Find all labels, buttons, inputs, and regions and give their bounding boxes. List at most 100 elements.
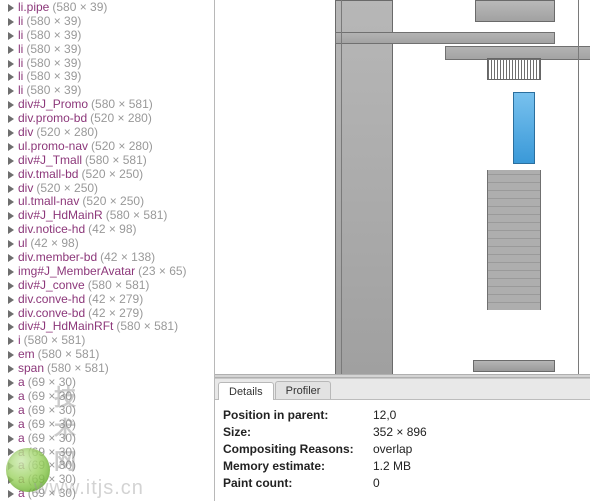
disclosure-triangle-icon[interactable] <box>6 226 15 235</box>
tree-node-label: div#J_HdMainR <box>18 209 103 223</box>
disclosure-triangle-icon[interactable] <box>6 476 15 485</box>
details-value: 352 × 896 <box>373 425 427 439</box>
tab-strip: Details Profiler <box>215 379 590 400</box>
disclosure-triangle-icon[interactable] <box>6 392 15 401</box>
tree-row[interactable]: ul.tmall-nav(520 × 250) <box>6 195 214 209</box>
disclosure-triangle-icon[interactable] <box>6 462 15 471</box>
tree-row[interactable]: a(69 × 30) <box>6 404 214 418</box>
tree-node-label: div.conve-bd <box>18 307 85 321</box>
disclosure-triangle-icon[interactable] <box>6 378 15 387</box>
tree-row[interactable]: div#J_HdMainR(580 × 581) <box>6 209 214 223</box>
tree-row[interactable]: i(580 × 581) <box>6 334 214 348</box>
details-key: Size: <box>223 425 373 439</box>
tree-node-dims: (580 × 581) <box>116 320 178 334</box>
disclosure-triangle-icon[interactable] <box>6 267 15 276</box>
tree-row[interactable]: div.member-bd(42 × 138) <box>6 251 214 265</box>
disclosure-triangle-icon[interactable] <box>6 128 15 137</box>
disclosure-triangle-icon[interactable] <box>6 212 15 221</box>
disclosure-triangle-icon[interactable] <box>6 253 15 262</box>
disclosure-triangle-icon[interactable] <box>6 142 15 151</box>
disclosure-triangle-icon[interactable] <box>6 45 15 54</box>
tree-row[interactable]: div#J_Tmall(580 × 581) <box>6 154 214 168</box>
tree-row[interactable]: li(580 × 39) <box>6 43 214 57</box>
disclosure-triangle-icon[interactable] <box>6 59 15 68</box>
tree-node-label: div.promo-bd <box>18 112 87 126</box>
disclosure-triangle-icon[interactable] <box>6 198 15 207</box>
layer-preview-area[interactable] <box>215 0 590 374</box>
details-key: Memory estimate: <box>223 459 373 473</box>
disclosure-triangle-icon[interactable] <box>6 281 15 290</box>
disclosure-triangle-icon[interactable] <box>6 115 15 124</box>
tree-node-label: ul.tmall-nav <box>18 195 79 209</box>
disclosure-triangle-icon[interactable] <box>6 365 15 374</box>
tree-row[interactable]: div(520 × 250) <box>6 182 214 196</box>
details-row: Memory estimate:1.2 MB <box>223 457 582 474</box>
disclosure-triangle-icon[interactable] <box>6 295 15 304</box>
tree-row[interactable]: span(580 × 581) <box>6 362 214 376</box>
disclosure-triangle-icon[interactable] <box>6 309 15 318</box>
disclosure-triangle-icon[interactable] <box>6 490 15 499</box>
tree-row[interactable]: a(69 × 30) <box>6 376 214 390</box>
tree-row[interactable]: div#J_HdMainRFt(580 × 581) <box>6 320 214 334</box>
tree-row[interactable]: a(69 × 30) <box>6 446 214 460</box>
tree-node-dims: (580 × 581) <box>88 279 150 293</box>
tree-row[interactable]: img#J_MemberAvatar(23 × 65) <box>6 265 214 279</box>
tree-row[interactable]: a(69 × 30) <box>6 432 214 446</box>
tree-row[interactable]: li(580 × 39) <box>6 15 214 29</box>
details-value: 12,0 <box>373 408 396 422</box>
tree-node-label: div.tmall-bd <box>18 168 78 182</box>
tree-node-dims: (69 × 30) <box>28 390 76 404</box>
tab-details[interactable]: Details <box>218 382 274 400</box>
disclosure-triangle-icon[interactable] <box>6 87 15 96</box>
tree-row[interactable]: em(580 × 581) <box>6 348 214 362</box>
layers-tree: li.pipe(580 × 39)li(580 × 39)li(580 × 39… <box>0 0 214 501</box>
disclosure-triangle-icon[interactable] <box>6 323 15 332</box>
tree-row[interactable]: li(580 × 39) <box>6 70 214 84</box>
tree-node-label: span <box>18 362 44 376</box>
tree-row[interactable]: a(69 × 30) <box>6 473 214 487</box>
disclosure-triangle-icon[interactable] <box>6 420 15 429</box>
tree-node-dims: (69 × 30) <box>28 432 76 446</box>
disclosure-triangle-icon[interactable] <box>6 184 15 193</box>
tree-row[interactable]: a(69 × 30) <box>6 487 214 501</box>
disclosure-triangle-icon[interactable] <box>6 101 15 110</box>
tree-row[interactable]: div#J_conve(580 × 581) <box>6 279 214 293</box>
tree-node-label: a <box>18 459 25 473</box>
disclosure-triangle-icon[interactable] <box>6 17 15 26</box>
tree-row[interactable]: a(69 × 30) <box>6 418 214 432</box>
tree-row[interactable]: a(69 × 30) <box>6 390 214 404</box>
tree-row[interactable]: li(580 × 39) <box>6 29 214 43</box>
tab-profiler[interactable]: Profiler <box>275 381 332 399</box>
tree-row[interactable]: a(69 × 30) <box>6 459 214 473</box>
tree-row[interactable]: div.tmall-bd(520 × 250) <box>6 168 214 182</box>
tree-row[interactable]: div.conve-bd(42 × 279) <box>6 307 214 321</box>
tree-row[interactable]: li.pipe(580 × 39) <box>6 1 214 15</box>
tree-node-dims: (580 × 581) <box>38 348 100 362</box>
tree-row[interactable]: div.conve-hd(42 × 279) <box>6 293 214 307</box>
tree-row[interactable]: div(520 × 280) <box>6 126 214 140</box>
disclosure-triangle-icon[interactable] <box>6 3 15 12</box>
tree-node-label: div#J_HdMainRFt <box>18 320 113 334</box>
disclosure-triangle-icon[interactable] <box>6 448 15 457</box>
disclosure-triangle-icon[interactable] <box>6 434 15 443</box>
disclosure-triangle-icon[interactable] <box>6 156 15 165</box>
tree-row[interactable]: ul.promo-nav(520 × 280) <box>6 140 214 154</box>
tree-row[interactable]: ul(42 × 98) <box>6 237 214 251</box>
tree-row[interactable]: div.promo-bd(520 × 280) <box>6 112 214 126</box>
tree-node-dims: (580 × 581) <box>85 154 147 168</box>
tree-row[interactable]: div#J_Promo(580 × 581) <box>6 98 214 112</box>
disclosure-triangle-icon[interactable] <box>6 170 15 179</box>
disclosure-triangle-icon[interactable] <box>6 31 15 40</box>
tree-row[interactable]: li(580 × 39) <box>6 84 214 98</box>
disclosure-triangle-icon[interactable] <box>6 406 15 415</box>
disclosure-triangle-icon[interactable] <box>6 240 15 249</box>
disclosure-triangle-icon[interactable] <box>6 337 15 346</box>
tree-node-label: a <box>18 473 25 487</box>
disclosure-triangle-icon[interactable] <box>6 351 15 360</box>
tree-row[interactable]: div.notice-hd(42 × 98) <box>6 223 214 237</box>
disclosure-triangle-icon[interactable] <box>6 73 15 82</box>
tree-node-label: div#J_conve <box>18 279 85 293</box>
layer-preview-graphic <box>335 0 585 374</box>
tree-row[interactable]: li(580 × 39) <box>6 57 214 71</box>
layers-tree-panel[interactable]: li.pipe(580 × 39)li(580 × 39)li(580 × 39… <box>0 0 215 501</box>
